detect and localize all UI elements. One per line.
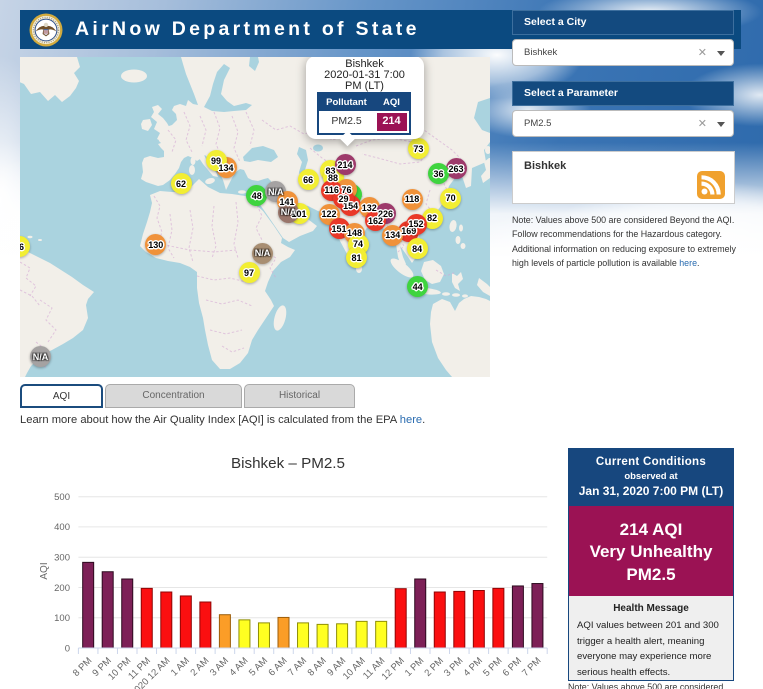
svg-text:12 PM: 12 PM bbox=[380, 655, 407, 682]
svg-text:300: 300 bbox=[54, 553, 70, 564]
svg-text:400: 400 bbox=[54, 522, 70, 533]
svg-text:3 AM: 3 AM bbox=[208, 655, 231, 678]
svg-text:4 PM: 4 PM bbox=[461, 655, 485, 679]
svg-text:8 AM: 8 AM bbox=[306, 655, 329, 678]
svg-text:7 PM: 7 PM bbox=[520, 655, 544, 679]
svg-text:100: 100 bbox=[54, 613, 70, 624]
svg-text:5 AM: 5 AM bbox=[247, 655, 270, 678]
svg-text:200: 200 bbox=[54, 583, 70, 594]
svg-text:1 AM: 1 AM bbox=[169, 655, 192, 678]
svg-text:AQI: AQI bbox=[39, 562, 50, 579]
svg-text:0: 0 bbox=[65, 643, 70, 654]
svg-text:5 PM: 5 PM bbox=[481, 655, 505, 679]
svg-text:6 AM: 6 AM bbox=[267, 655, 290, 678]
svg-text:8 PM: 8 PM bbox=[71, 655, 95, 679]
svg-text:500: 500 bbox=[54, 492, 70, 503]
svg-text:1 PM: 1 PM bbox=[403, 655, 427, 679]
svg-text:4 AM: 4 AM bbox=[227, 655, 250, 678]
svg-text:Bishkek – PM2.5: Bishkek – PM2.5 bbox=[231, 455, 345, 472]
svg-text:3 PM: 3 PM bbox=[442, 655, 466, 679]
svg-text:2 PM: 2 PM bbox=[422, 655, 446, 679]
svg-text:2 AM: 2 AM bbox=[188, 655, 211, 678]
svg-text:10 AM: 10 AM bbox=[341, 655, 368, 682]
svg-text:7 AM: 7 AM bbox=[286, 655, 309, 678]
svg-text:6 PM: 6 PM bbox=[501, 655, 525, 679]
